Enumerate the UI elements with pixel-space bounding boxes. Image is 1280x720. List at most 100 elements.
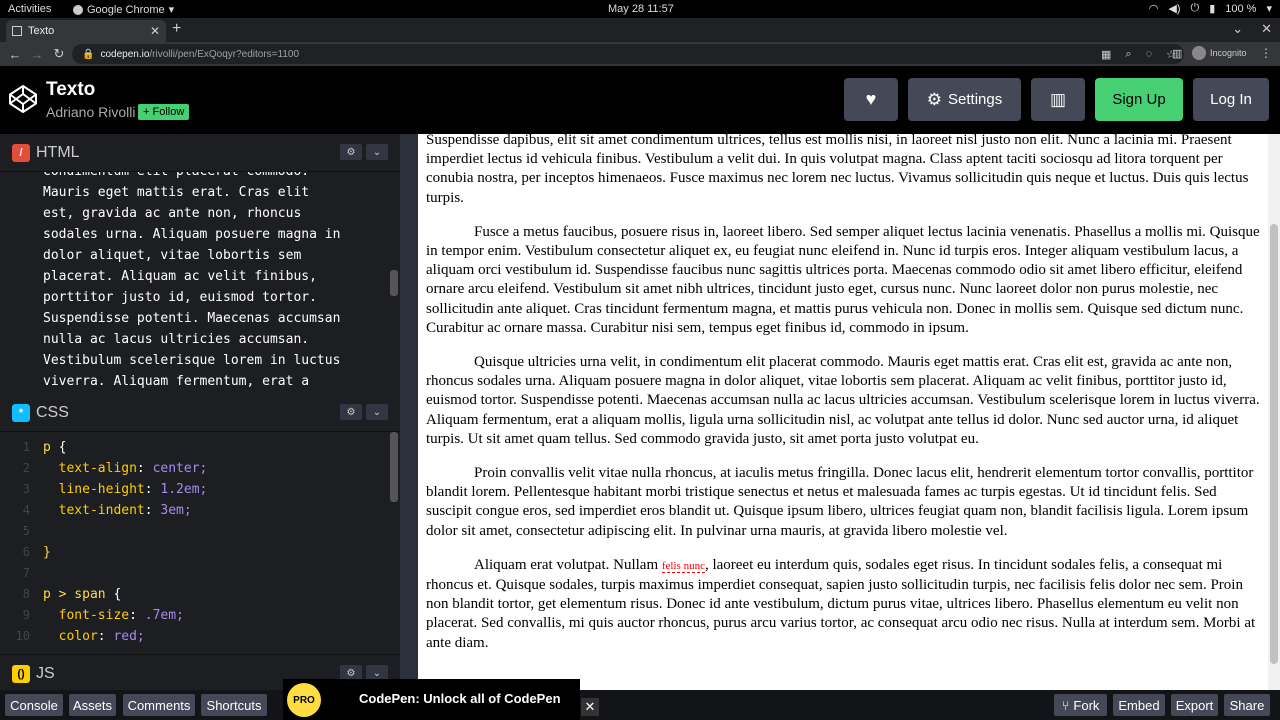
css-property: color (43, 629, 98, 644)
css-value: 3em; (160, 503, 192, 518)
fork-button[interactable]: ⑂ Fork (1054, 694, 1107, 716)
html-settings-icon[interactable]: ⚙ (340, 144, 362, 160)
preview-pane[interactable]: Suspendisse dapibus, elit sit amet condi… (418, 134, 1280, 690)
css-selector: p > span (43, 587, 114, 602)
battery-level: 100 % (1225, 2, 1257, 15)
css-punctuation: { (113, 587, 122, 602)
volume-icon: ◀) (1168, 3, 1181, 15)
line-number: 2 (22, 461, 30, 475)
code-line: line-height: 1.2em; (43, 482, 208, 497)
code-line: Vestibulum scelerisque lorem in luctus (43, 353, 341, 368)
paragraph-text: Aliquam erat volutpat. Nullam (474, 556, 662, 573)
shortcuts-button[interactable]: Shortcuts (201, 694, 267, 716)
forward-icon[interactable]: → (26, 47, 48, 62)
code-line: nulla ac lacus ultricies accumsan. (43, 332, 310, 347)
line-number: 4 (22, 503, 30, 517)
side-panel-icon[interactable]: ▥ (1172, 47, 1182, 60)
css-editor-header[interactable]: * CSS ⚙ ⌄ (0, 394, 400, 432)
share-button[interactable]: Share (1224, 694, 1270, 716)
browser-toolbar: ← → ↻ 🔒 codepen.io/rivolli/pen/ExQoqyr?e… (0, 42, 1280, 66)
css-selector: p (43, 440, 59, 455)
preview-body: Suspendisse dapibus, elit sit amet condi… (426, 134, 1260, 668)
system-tray[interactable]: ◠ ◀) ⏻ ▮ 100 % ▾ (1149, 2, 1272, 15)
chrome-icon (73, 4, 83, 15)
layout-button[interactable]: ▥ (1031, 78, 1085, 121)
css-settings-icon[interactable]: ⚙ (340, 404, 362, 420)
system-bar: Activities Google Chrome ▾ May 28 11:57 … (0, 0, 1280, 18)
html-scrollbar[interactable] (390, 270, 398, 296)
paragraph: Quisque ultricies urna velit, in condime… (426, 354, 1260, 447)
html-editor-header[interactable]: / HTML ⚙ ⌄ (0, 134, 400, 172)
browser-tab[interactable]: Texto ✕ (6, 20, 166, 42)
activities-button[interactable]: Activities (8, 3, 51, 15)
qr-icon[interactable]: ▦ (1101, 48, 1111, 61)
menu-icon[interactable]: ⋮ (1260, 46, 1272, 60)
code-line: Suspendisse potenti. Maecenas accumsan (43, 311, 341, 326)
pen-author[interactable]: Adriano Rivolli (46, 104, 135, 120)
code-line: font-size: .7em; (43, 608, 184, 623)
css-punctuation: : (136, 461, 153, 476)
console-button[interactable]: Console (5, 694, 63, 716)
html-icon: / (12, 144, 30, 162)
close-tab-icon[interactable]: ✕ (150, 24, 160, 38)
codepen-logo[interactable] (8, 84, 38, 114)
html-editor[interactable]: condimentum elit placerat commodo. Mauris… (0, 172, 400, 394)
html-collapse-icon[interactable]: ⌄ (366, 144, 388, 160)
css-collapse-icon[interactable]: ⌄ (366, 404, 388, 420)
css-icon: * (12, 404, 30, 422)
css-value: .7em; (144, 608, 184, 623)
css-selector: } (43, 545, 51, 560)
code-line: placerat. Aliquam ac velit finibus, (43, 269, 317, 284)
css-value: red; (113, 629, 145, 644)
embed-button[interactable]: Embed (1113, 694, 1165, 716)
css-property: text-align (43, 461, 137, 476)
line-number: 6 (22, 545, 30, 559)
back-icon[interactable]: ← (4, 47, 26, 62)
signup-button[interactable]: Sign Up (1095, 78, 1183, 121)
line-number: 1 (22, 440, 30, 454)
tab-search-icon[interactable]: ⌄ (1232, 21, 1243, 37)
pen-title[interactable]: Texto (46, 79, 95, 101)
paragraph: Suspendisse dapibus, elit sit amet condi… (426, 134, 1249, 206)
settings-button[interactable]: ⚙ Settings (908, 78, 1021, 121)
paragraph: Fusce a metus faucibus, posuere risus in… (426, 223, 1260, 336)
resize-gutter[interactable] (400, 134, 418, 690)
close-icon[interactable]: ✕ (581, 698, 599, 716)
code-line: sodales urna. Aliquam posuere magna in (43, 227, 341, 242)
settings-label: Settings (948, 91, 1003, 108)
code-line: text-indent: 3em; (43, 503, 192, 518)
login-button[interactable]: Log In (1193, 78, 1269, 121)
follow-button[interactable]: + Follow (138, 104, 190, 120)
new-tab-icon[interactable]: + (172, 20, 181, 38)
pro-promo[interactable]: PRO CodePen: Unlock all of CodePen (283, 679, 580, 720)
code-line: Mauris eget mattis erat. Cras elit (43, 185, 310, 200)
app-menu[interactable]: Google Chrome ▾ (73, 3, 174, 16)
codepen-header: Texto Adriano Rivolli + Follow ♥ ⚙ Setti… (0, 66, 1280, 134)
css-property: font-size (43, 608, 130, 623)
code-line: p { (43, 440, 66, 455)
css-scrollbar[interactable] (390, 432, 398, 502)
css-editor[interactable]: 1p {2 text-align: center; 3 line-height: … (0, 432, 400, 654)
address-bar[interactable]: 🔒 codepen.io/rivolli/pen/ExQoqyr?editors… (72, 44, 1184, 64)
scroll-thumb[interactable] (1270, 224, 1278, 664)
js-editor-title: JS (36, 665, 55, 682)
export-button[interactable]: Export (1171, 694, 1218, 716)
assets-button[interactable]: Assets (69, 694, 116, 716)
line-number: 8 (22, 587, 30, 601)
code-line: dolor aliquet, vitae lobortis sem (43, 248, 302, 263)
zoom-icon[interactable]: ⌕ (1125, 48, 1131, 61)
incognito-indicator[interactable]: Incognito (1192, 46, 1247, 60)
battery-icon: ▮ (1209, 3, 1216, 15)
like-button[interactable]: ♥ (844, 78, 898, 121)
close-window-icon[interactable]: ✕ (1261, 21, 1272, 37)
css-punctuation: : (144, 482, 161, 497)
fork-label: Fork (1073, 697, 1100, 713)
chevron-down-icon: ▾ (1266, 3, 1272, 15)
clock[interactable]: May 28 11:57 (608, 3, 674, 15)
reload-icon[interactable]: ↻ (48, 46, 70, 62)
incognito-icon (1192, 46, 1206, 60)
comments-button[interactable]: Comments (123, 694, 195, 716)
preview-scrollbar[interactable] (1268, 134, 1280, 690)
url-path: /rivolli/pen/ExQoqyr?editors=1100 (149, 48, 300, 60)
eye-off-icon[interactable]: ◌ (1146, 48, 1153, 61)
